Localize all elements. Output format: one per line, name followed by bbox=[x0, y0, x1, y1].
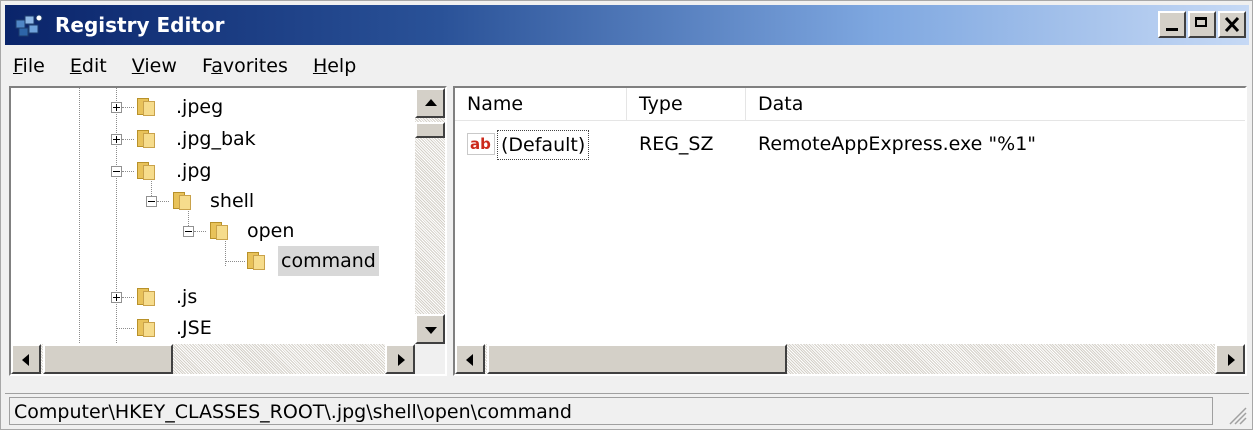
close-icon bbox=[1224, 16, 1240, 33]
menu-edit-accel: E bbox=[69, 55, 82, 77]
arrow-left-icon bbox=[22, 354, 29, 366]
tree-node-open[interactable]: open bbox=[11, 216, 411, 246]
tree-guide-line bbox=[122, 171, 134, 172]
tree-guide-line bbox=[194, 231, 206, 232]
string-value-icon: ab bbox=[467, 133, 495, 155]
tree-node-jpg[interactable]: .jpg bbox=[11, 156, 411, 186]
window-title: Registry Editor bbox=[55, 13, 225, 37]
tree-node-label: open bbox=[247, 220, 295, 242]
folder-icon bbox=[135, 98, 155, 116]
minimize-button[interactable] bbox=[1158, 11, 1186, 38]
registry-editor-window: Registry Editor File Edit View Favorites… bbox=[0, 0, 1253, 430]
value-data: RemoteAppExpress.exe "%1" bbox=[758, 133, 1037, 155]
tree-node-command[interactable]: command bbox=[11, 246, 411, 276]
arrow-up-icon bbox=[425, 99, 437, 106]
minimize-icon bbox=[1166, 28, 1178, 31]
tree-node-label: .jpeg bbox=[176, 96, 224, 118]
tree-node-shell[interactable]: shell bbox=[11, 186, 411, 216]
scroll-up-button[interactable] bbox=[415, 88, 445, 118]
value-row[interactable]: ab (Default) REG_SZ RemoteAppExpress.exe… bbox=[455, 128, 1245, 160]
tree-horizontal-scroll-thumb[interactable] bbox=[43, 344, 173, 374]
tree-node-js[interactable]: .js bbox=[11, 282, 411, 312]
list-horizontal-scroll-thumb[interactable] bbox=[487, 344, 787, 374]
folder-icon bbox=[171, 192, 191, 210]
list-header: Name Type Data bbox=[455, 88, 1245, 121]
column-header-data[interactable]: Data bbox=[746, 88, 1245, 120]
scroll-right-button[interactable] bbox=[1215, 344, 1245, 374]
title-bar[interactable]: Registry Editor bbox=[5, 5, 1249, 45]
tree-guide-line bbox=[157, 201, 169, 202]
menu-bar: File Edit View Favorites Help bbox=[5, 53, 368, 83]
folder-icon bbox=[245, 252, 265, 270]
status-path: Computer\HKEY_CLASSES_ROOT\.jpg\shell\op… bbox=[9, 397, 1213, 425]
menu-view-rest: iew bbox=[144, 55, 177, 77]
resize-grip-icon[interactable] bbox=[1225, 403, 1247, 425]
folder-icon bbox=[135, 319, 155, 337]
tree-guide-line bbox=[225, 261, 245, 262]
tree-guide-line bbox=[116, 328, 134, 329]
tree-node-jpg-bak[interactable]: .jpg_bak bbox=[11, 124, 411, 154]
tree-guide-line bbox=[122, 139, 134, 140]
menu-favorites-accel: a bbox=[211, 55, 223, 77]
tree-node-label: .jpg bbox=[176, 160, 212, 182]
expand-icon[interactable] bbox=[111, 134, 122, 145]
string-value-icon-text: ab bbox=[470, 135, 491, 153]
maximize-button[interactable] bbox=[1188, 11, 1216, 38]
tree-node-label: .JSE bbox=[176, 317, 212, 339]
menu-favorites-pre: F bbox=[202, 55, 212, 77]
menu-edit-rest: dit bbox=[81, 55, 107, 77]
collapse-icon[interactable] bbox=[183, 226, 194, 237]
menu-favorites-rest: vorites bbox=[222, 55, 288, 77]
menu-view-accel: V bbox=[131, 55, 145, 77]
arrow-right-icon bbox=[398, 354, 405, 366]
folder-icon bbox=[135, 130, 155, 148]
status-bar: Computer\HKEY_CLASSES_ROOT\.jpg\shell\op… bbox=[5, 393, 1249, 427]
values-list-pane: Name Type Data ab (Default) REG_SZ Remot… bbox=[453, 86, 1247, 376]
close-button[interactable] bbox=[1218, 11, 1246, 38]
scrollbar-corner bbox=[415, 344, 445, 374]
registry-editor-app-icon bbox=[15, 14, 43, 37]
expand-icon[interactable] bbox=[111, 102, 122, 113]
menu-file-rest: ile bbox=[22, 55, 45, 77]
menu-view[interactable]: View bbox=[124, 53, 185, 79]
maximize-icon bbox=[1195, 17, 1207, 27]
tree-vertical-scroll-thumb[interactable] bbox=[415, 122, 445, 138]
menu-file[interactable]: File bbox=[5, 53, 53, 79]
tree-node-jpeg[interactable]: .jpeg bbox=[11, 92, 411, 122]
tree-node-jse[interactable]: .JSE bbox=[11, 313, 411, 343]
menu-file-accel: F bbox=[13, 55, 23, 77]
folder-icon bbox=[135, 162, 155, 180]
menu-help[interactable]: Help bbox=[305, 53, 364, 79]
value-name: (Default) bbox=[497, 130, 590, 160]
menu-edit[interactable]: Edit bbox=[62, 53, 115, 79]
scroll-right-button[interactable] bbox=[385, 344, 415, 374]
value-type: REG_SZ bbox=[639, 133, 714, 155]
menu-favorites[interactable]: Favorites bbox=[194, 53, 296, 79]
tree-node-label: shell bbox=[210, 190, 255, 212]
arrow-down-icon bbox=[425, 327, 437, 334]
scroll-left-button[interactable] bbox=[455, 344, 485, 374]
tree-node-label-selected: command bbox=[278, 246, 379, 276]
folder-icon bbox=[208, 222, 228, 240]
key-tree-pane: .jpeg .jpg_bak .jpg shell open command .… bbox=[9, 86, 447, 376]
expand-icon[interactable] bbox=[111, 292, 122, 303]
folder-icon bbox=[135, 288, 155, 306]
arrow-right-icon bbox=[1228, 354, 1235, 366]
scroll-down-button[interactable] bbox=[415, 314, 445, 344]
column-header-type[interactable]: Type bbox=[627, 88, 746, 120]
column-header-name[interactable]: Name bbox=[455, 88, 627, 120]
scroll-left-button[interactable] bbox=[11, 344, 41, 374]
tree-node-label: .jpg_bak bbox=[176, 128, 256, 150]
collapse-icon[interactable] bbox=[111, 166, 122, 177]
tree-node-label: .js bbox=[176, 286, 198, 308]
tree-guide-line bbox=[122, 297, 134, 298]
menu-help-rest: elp bbox=[327, 55, 357, 77]
menu-help-accel: H bbox=[312, 55, 328, 77]
tree-guide-line bbox=[122, 107, 134, 108]
collapse-icon[interactable] bbox=[146, 196, 157, 207]
arrow-left-icon bbox=[466, 354, 473, 366]
